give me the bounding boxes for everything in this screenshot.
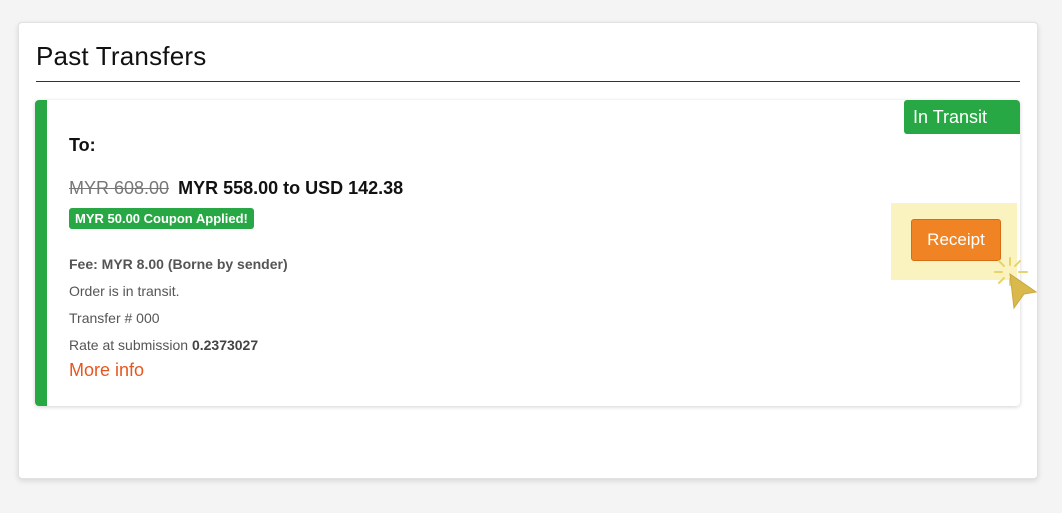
transfer-card: In Transit To: MYR 608.00 MYR 558.00 to … (35, 100, 1020, 406)
card-status-accent (35, 100, 47, 406)
coupon-badge: MYR 50.00 Coupon Applied! (69, 208, 254, 229)
fee-text: Fee: MYR 8.00 (Borne by sender) (69, 256, 288, 272)
more-info-link[interactable]: More info (69, 360, 144, 381)
transfer-number: Transfer # 000 (69, 310, 160, 326)
receipt-button[interactable]: Receipt (911, 219, 1001, 261)
click-cursor-icon (994, 257, 1038, 310)
title-divider (36, 81, 1020, 82)
rate-line: Rate at submission 0.2373027 (69, 337, 258, 353)
rate-value: 0.2373027 (191, 337, 259, 353)
original-amount: MYR 608.00 (69, 178, 170, 198)
status-badge: In Transit (904, 100, 1020, 134)
past-transfers-panel: Past Transfers In Transit To: MYR 608.00… (18, 22, 1038, 479)
rate-label: Rate at submission (69, 337, 189, 353)
status-message: Order is in transit. (69, 283, 180, 299)
page-title: Past Transfers (36, 41, 207, 71)
final-amount: MYR 558.00 to USD 142.38 (178, 178, 404, 198)
recipient-label: To: (69, 135, 96, 155)
amount-line: MYR 608.00 MYR 558.00 to USD 142.38 (69, 178, 403, 199)
